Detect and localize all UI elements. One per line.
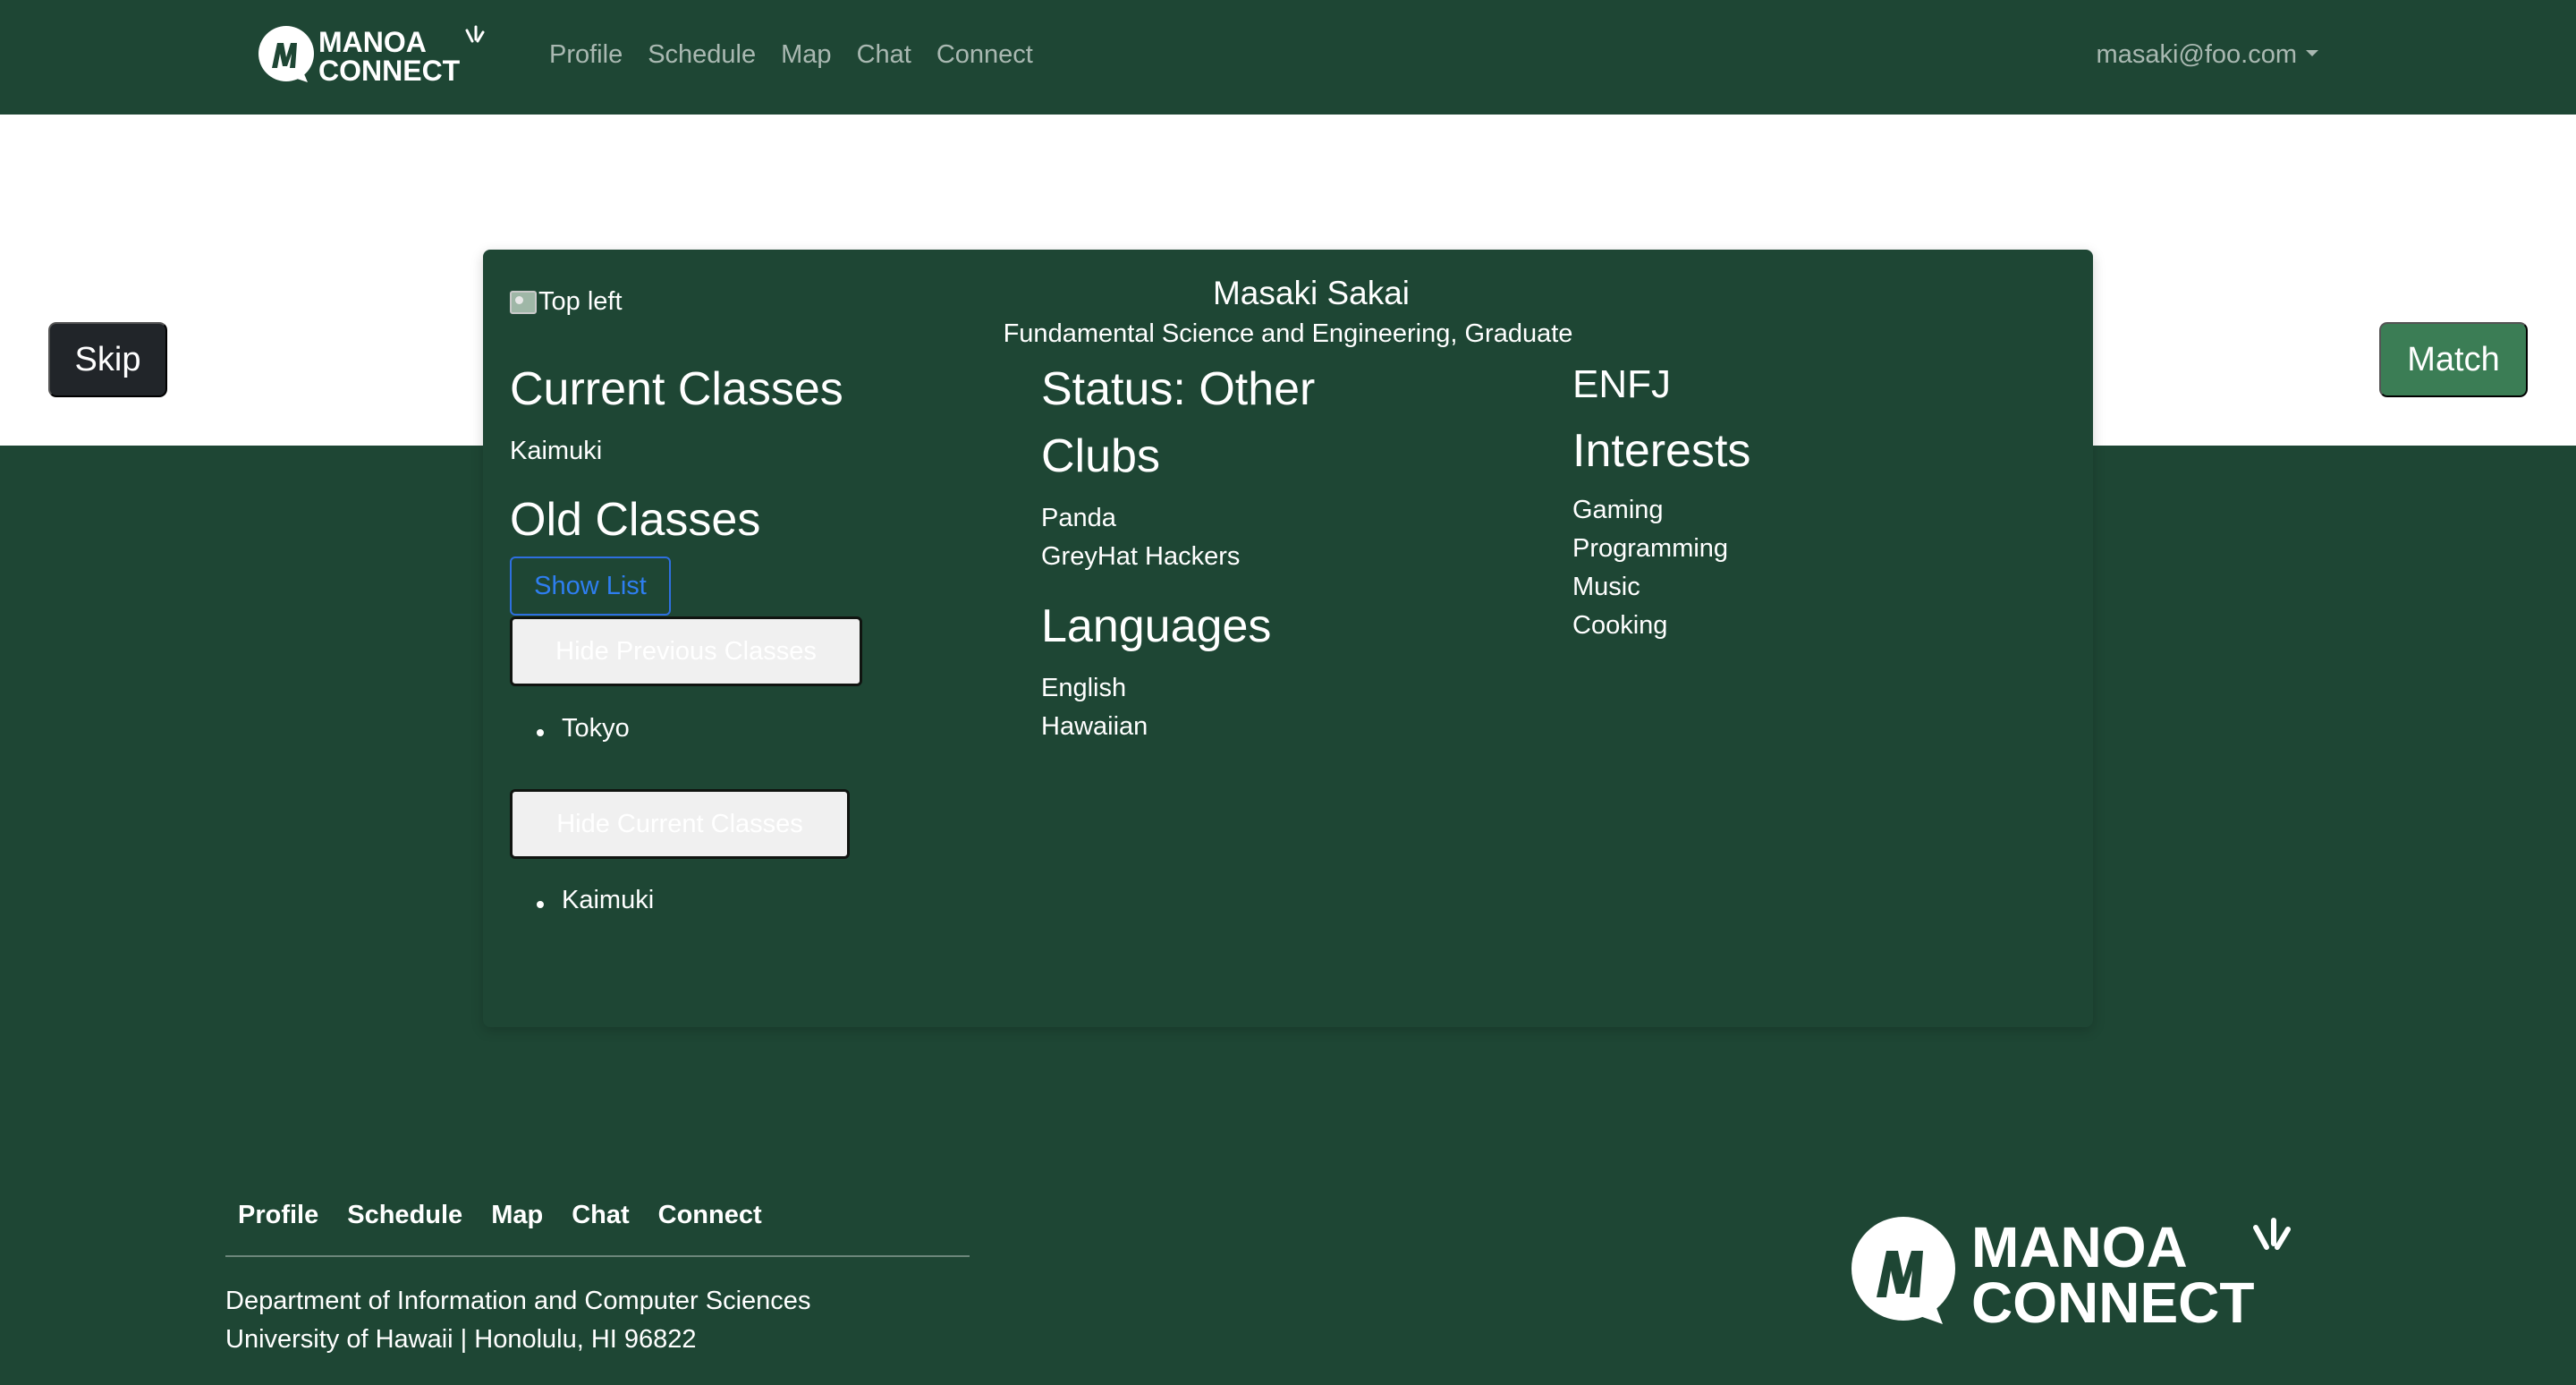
language-item: English — [1041, 674, 1127, 702]
club-item: GreyHat Hackers — [1041, 542, 1241, 571]
footer-logo: MANOA CONNECT — [1846, 1213, 2334, 1335]
current-class-item: Kaimuki — [510, 437, 603, 465]
skip-button[interactable]: Skip — [48, 322, 167, 397]
nav-link-connect[interactable]: Connect — [936, 40, 1033, 70]
current-classes-heading: Current Classes — [510, 363, 843, 415]
nav-link-schedule[interactable]: Schedule — [648, 40, 756, 70]
footer-link-map[interactable]: Map — [491, 1201, 543, 1230]
hide-previous-classes-button[interactable]: Hide Previous Classes — [510, 616, 862, 686]
interests-heading: Interests — [1572, 425, 1751, 477]
interest-item: Music — [1572, 573, 1640, 601]
nav-link-profile[interactable]: Profile — [549, 40, 623, 70]
profile-name: Masaki Sakai — [1212, 275, 1411, 311]
hide-current-classes-button[interactable]: Hide Current Classes — [510, 789, 850, 859]
footer-department: Department of Information and Computer S… — [225, 1287, 811, 1315]
profile-subtitle: Fundamental Science and Engineering, Gra… — [1003, 319, 1573, 348]
manoa-connect-logo-icon: MANOA CONNECT — [258, 25, 485, 87]
profile-card: Top left Masaki Sakai Fundamental Scienc… — [483, 250, 2093, 1027]
user-dropdown[interactable]: masaki@foo.com — [2097, 0, 2318, 109]
personality-type: ENFJ — [1572, 362, 1671, 406]
footer-nav: Profile Schedule Map Chat Connect — [224, 1201, 776, 1230]
current-class-list-item: Kaimuki — [537, 886, 654, 915]
show-list-button[interactable]: Show List — [510, 557, 671, 616]
languages-heading: Languages — [1041, 600, 1272, 652]
caret-down-icon — [2306, 49, 2318, 56]
language-item: Hawaiian — [1041, 712, 1148, 741]
old-classes-heading: Old Classes — [510, 494, 761, 546]
brand-line2: CONNECT — [318, 55, 461, 86]
interest-item: Cooking — [1572, 611, 1668, 640]
club-item: Panda — [1041, 504, 1116, 532]
top-navbar: MANOA CONNECT Profile Schedule Map Chat … — [0, 0, 2576, 115]
footer-link-schedule[interactable]: Schedule — [347, 1201, 462, 1230]
brand-logo[interactable]: MANOA CONNECT — [256, 23, 501, 87]
previous-class-label: Tokyo — [562, 714, 630, 743]
status-heading: Status: Other — [1041, 363, 1316, 415]
footer-divider — [225, 1255, 970, 1257]
brand-line1: MANOA — [318, 26, 427, 58]
current-class-list-label: Kaimuki — [562, 886, 655, 914]
main-nav: Profile Schedule Map Chat Connect — [537, 0, 1046, 109]
footer-brand-line2: CONNECT — [1971, 1270, 2254, 1330]
nav-link-map[interactable]: Map — [781, 40, 831, 70]
interest-item: Programming — [1572, 534, 1729, 563]
footer-link-chat[interactable]: Chat — [572, 1201, 629, 1230]
previous-class-item: Tokyo — [537, 714, 630, 743]
footer-link-profile[interactable]: Profile — [238, 1201, 318, 1230]
match-button[interactable]: Match — [2379, 322, 2528, 397]
clubs-heading: Clubs — [1041, 430, 1160, 482]
footer-link-connect[interactable]: Connect — [658, 1201, 762, 1230]
manoa-connect-logo-icon: MANOA CONNECT — [1852, 1215, 2291, 1335]
user-email: masaki@foo.com — [2096, 39, 2297, 69]
interest-item: Gaming — [1572, 496, 1664, 524]
footer-address: University of Hawaii | Honolulu, HI 9682… — [225, 1325, 697, 1354]
nav-link-chat[interactable]: Chat — [857, 40, 911, 70]
